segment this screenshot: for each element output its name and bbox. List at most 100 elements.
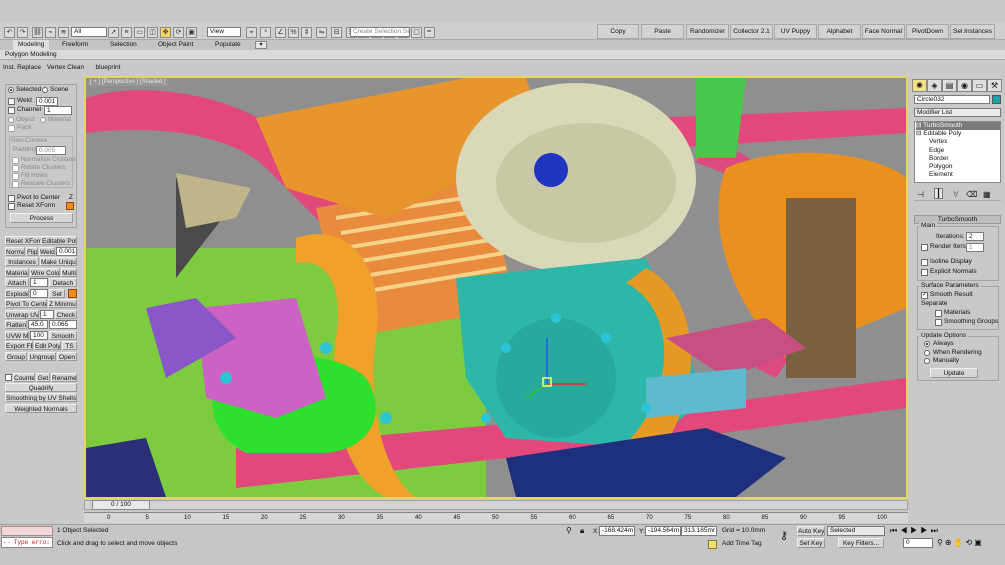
maximize-icon[interactable]: ▣ xyxy=(974,538,984,547)
ribbon-tab-populate[interactable]: Populate xyxy=(215,40,241,50)
radio-when-rendering[interactable] xyxy=(924,350,930,356)
quick-button-uv-puppy[interactable]: UV Puppy xyxy=(774,24,817,39)
quick-button-sel-instances[interactable]: Sel.Instances xyxy=(950,24,995,39)
modifier-stack-item[interactable]: Polygon xyxy=(929,163,999,171)
grid-button-8-0[interactable]: Flatten xyxy=(5,320,27,329)
grid-button-5-0[interactable]: Explode xyxy=(5,288,29,298)
grid-button-9-2[interactable]: Smooth xyxy=(49,330,77,340)
grid-button-9-0[interactable]: UVW Map xyxy=(5,330,29,340)
rotate-icon[interactable]: ⟳ xyxy=(173,27,184,38)
unlink-icon[interactable]: ⌁ xyxy=(45,27,56,38)
time-slider-track[interactable] xyxy=(84,500,908,510)
mirror-icon[interactable]: ⇋ xyxy=(316,27,327,38)
snap-icon[interactable]: ³ xyxy=(260,27,271,38)
maxscript-listener[interactable]: -- Type erro: xyxy=(1,537,53,548)
remove-modifier-icon[interactable]: ⌫ xyxy=(966,190,977,199)
grid-field-8-2[interactable]: 0.065 xyxy=(49,320,77,329)
grid-button-7-2[interactable]: Check xyxy=(55,309,77,319)
grid-button-10-2[interactable]: TS xyxy=(62,341,77,350)
grid-button-11-0[interactable]: Group xyxy=(5,351,27,361)
set-color-swatch[interactable] xyxy=(68,288,77,298)
current-frame-field[interactable]: 0 xyxy=(903,538,933,548)
zoom-icon[interactable]: ⚲ xyxy=(937,538,945,547)
channel-checkbox[interactable] xyxy=(8,107,15,114)
ribbon-tab-modeling[interactable]: Modeling xyxy=(18,40,44,50)
lock-selection-icon[interactable]: 🔒︎ xyxy=(580,526,590,536)
radio-scene[interactable] xyxy=(42,87,48,93)
fillholes-checkbox[interactable] xyxy=(12,173,19,180)
grid-button-1-0[interactable]: Normal xyxy=(5,246,25,256)
orbit-icon[interactable]: ⟲ xyxy=(966,538,975,547)
vertex-clean-button[interactable]: Vertex Clean xyxy=(45,63,86,74)
play-icon[interactable]: ▶ xyxy=(910,526,920,535)
smoothing-uv-shells-button[interactable]: Smoothing by UV Shells xyxy=(5,393,77,402)
weighted-normals-button[interactable]: Weighted Normals xyxy=(5,404,77,413)
isolate-icon[interactable]: ⚲ xyxy=(566,526,576,536)
key-icon[interactable]: ⚷ xyxy=(780,530,788,542)
select-icon[interactable]: ➚ xyxy=(108,27,119,38)
pack-checkbox[interactable] xyxy=(8,125,15,132)
undo-icon[interactable]: ↶ xyxy=(4,27,15,38)
x-coordinate-field[interactable]: -168.424m xyxy=(599,526,635,536)
modifier-stack-item[interactable]: Vertex xyxy=(929,138,999,146)
pivot-center-checkbox[interactable] xyxy=(8,195,15,202)
weld-checkbox[interactable] xyxy=(8,98,15,105)
reset-xform-checkbox[interactable] xyxy=(8,203,15,210)
rescale-checkbox[interactable] xyxy=(12,181,19,188)
quick-button-alphabet[interactable]: Alphabet xyxy=(818,24,861,39)
grid-button-7-0[interactable]: Unwrap UVW xyxy=(5,309,39,319)
grid-button-1-2[interactable]: Weld xyxy=(39,246,55,256)
go-to-end-icon[interactable]: ⏭ xyxy=(931,526,941,535)
key-filters-button[interactable]: Key Filters... xyxy=(838,538,884,548)
time-slider-handle[interactable]: 0 / 100 xyxy=(92,500,150,510)
process-button[interactable]: Process xyxy=(10,213,73,223)
channel-value-field[interactable]: 1 xyxy=(44,106,72,115)
ribbon-tab-freeform[interactable]: Freeform xyxy=(62,40,88,50)
z-coordinate-field[interactable]: 313.185mr xyxy=(681,526,717,536)
viewport-perspective[interactable]: [ + ] [Perspective ] [Shaded ] xyxy=(84,76,908,499)
radio-material[interactable] xyxy=(40,117,46,123)
region-icon[interactable]: ▭ xyxy=(134,27,145,38)
quick-button-paste[interactable]: Paste xyxy=(641,24,684,39)
grid-field-7-1[interactable]: 1 xyxy=(40,309,54,319)
go-to-start-icon[interactable]: ⏮ xyxy=(890,526,900,535)
modifier-stack-item[interactable]: ⊟ Editable Poly xyxy=(916,130,1000,138)
grid-field-5-1[interactable]: 0 xyxy=(30,288,48,298)
quick-button-randomizer[interactable]: Randomizer xyxy=(686,24,729,39)
grid-button-0-1[interactable]: Editable Poly xyxy=(41,236,77,245)
key-mode-dropdown[interactable]: Selected xyxy=(827,526,885,536)
grid-button-2-1[interactable]: Make Unique xyxy=(40,257,77,266)
grid-button-6-1[interactable]: Z Minimum xyxy=(48,299,77,308)
radio-manually[interactable] xyxy=(924,358,930,364)
percent-snap-icon[interactable]: % xyxy=(288,27,299,38)
explicit-normals-checkbox[interactable] xyxy=(921,269,928,276)
zoom-all-icon[interactable]: ⊕ xyxy=(945,538,954,547)
update-button[interactable]: Update xyxy=(930,368,978,378)
window-crossing-icon[interactable]: ◫ xyxy=(147,27,158,38)
spinner-snap-icon[interactable]: ⇕ xyxy=(301,27,312,38)
render-iters-checkbox[interactable] xyxy=(921,244,928,251)
set-key-button[interactable]: Set Key xyxy=(797,538,825,548)
materials-checkbox[interactable] xyxy=(935,310,942,317)
configure-sets-icon[interactable]: ▦ xyxy=(983,190,991,199)
normalize-checkbox[interactable] xyxy=(12,157,19,164)
modifier-stack-item[interactable]: Border xyxy=(929,155,999,163)
render-frame-icon[interactable]: ▢ xyxy=(411,27,422,38)
grid-button-11-2[interactable]: Open xyxy=(57,351,77,361)
auto-key-button[interactable]: Auto Key xyxy=(797,526,825,536)
pivot-icon[interactable]: ⌖ xyxy=(246,27,257,38)
show-end-result-icon[interactable]: ┃ xyxy=(934,188,943,199)
grid-button-10-0[interactable]: Export FBX xyxy=(5,341,33,350)
grid-field-9-1[interactable]: 100 xyxy=(30,330,48,340)
padding-value-field[interactable]: 0.005 xyxy=(36,146,66,155)
grid-button-3-2[interactable]: Multi xyxy=(61,267,77,277)
add-time-tag[interactable]: Add Time Tag xyxy=(722,539,782,549)
modifier-stack-item[interactable]: Edge xyxy=(929,147,999,155)
grid-button-0-0[interactable]: Reset XForm xyxy=(5,236,45,245)
ribbon-options-icon[interactable]: ▾ xyxy=(255,41,267,49)
grid-field-8-1[interactable]: 45.0 xyxy=(28,320,48,329)
get-button[interactable]: Get xyxy=(36,373,50,382)
bind-icon[interactable]: ≋ xyxy=(58,27,69,38)
link-icon[interactable]: ⛓ xyxy=(32,27,43,38)
pan-icon[interactable]: ✋ xyxy=(954,538,966,547)
